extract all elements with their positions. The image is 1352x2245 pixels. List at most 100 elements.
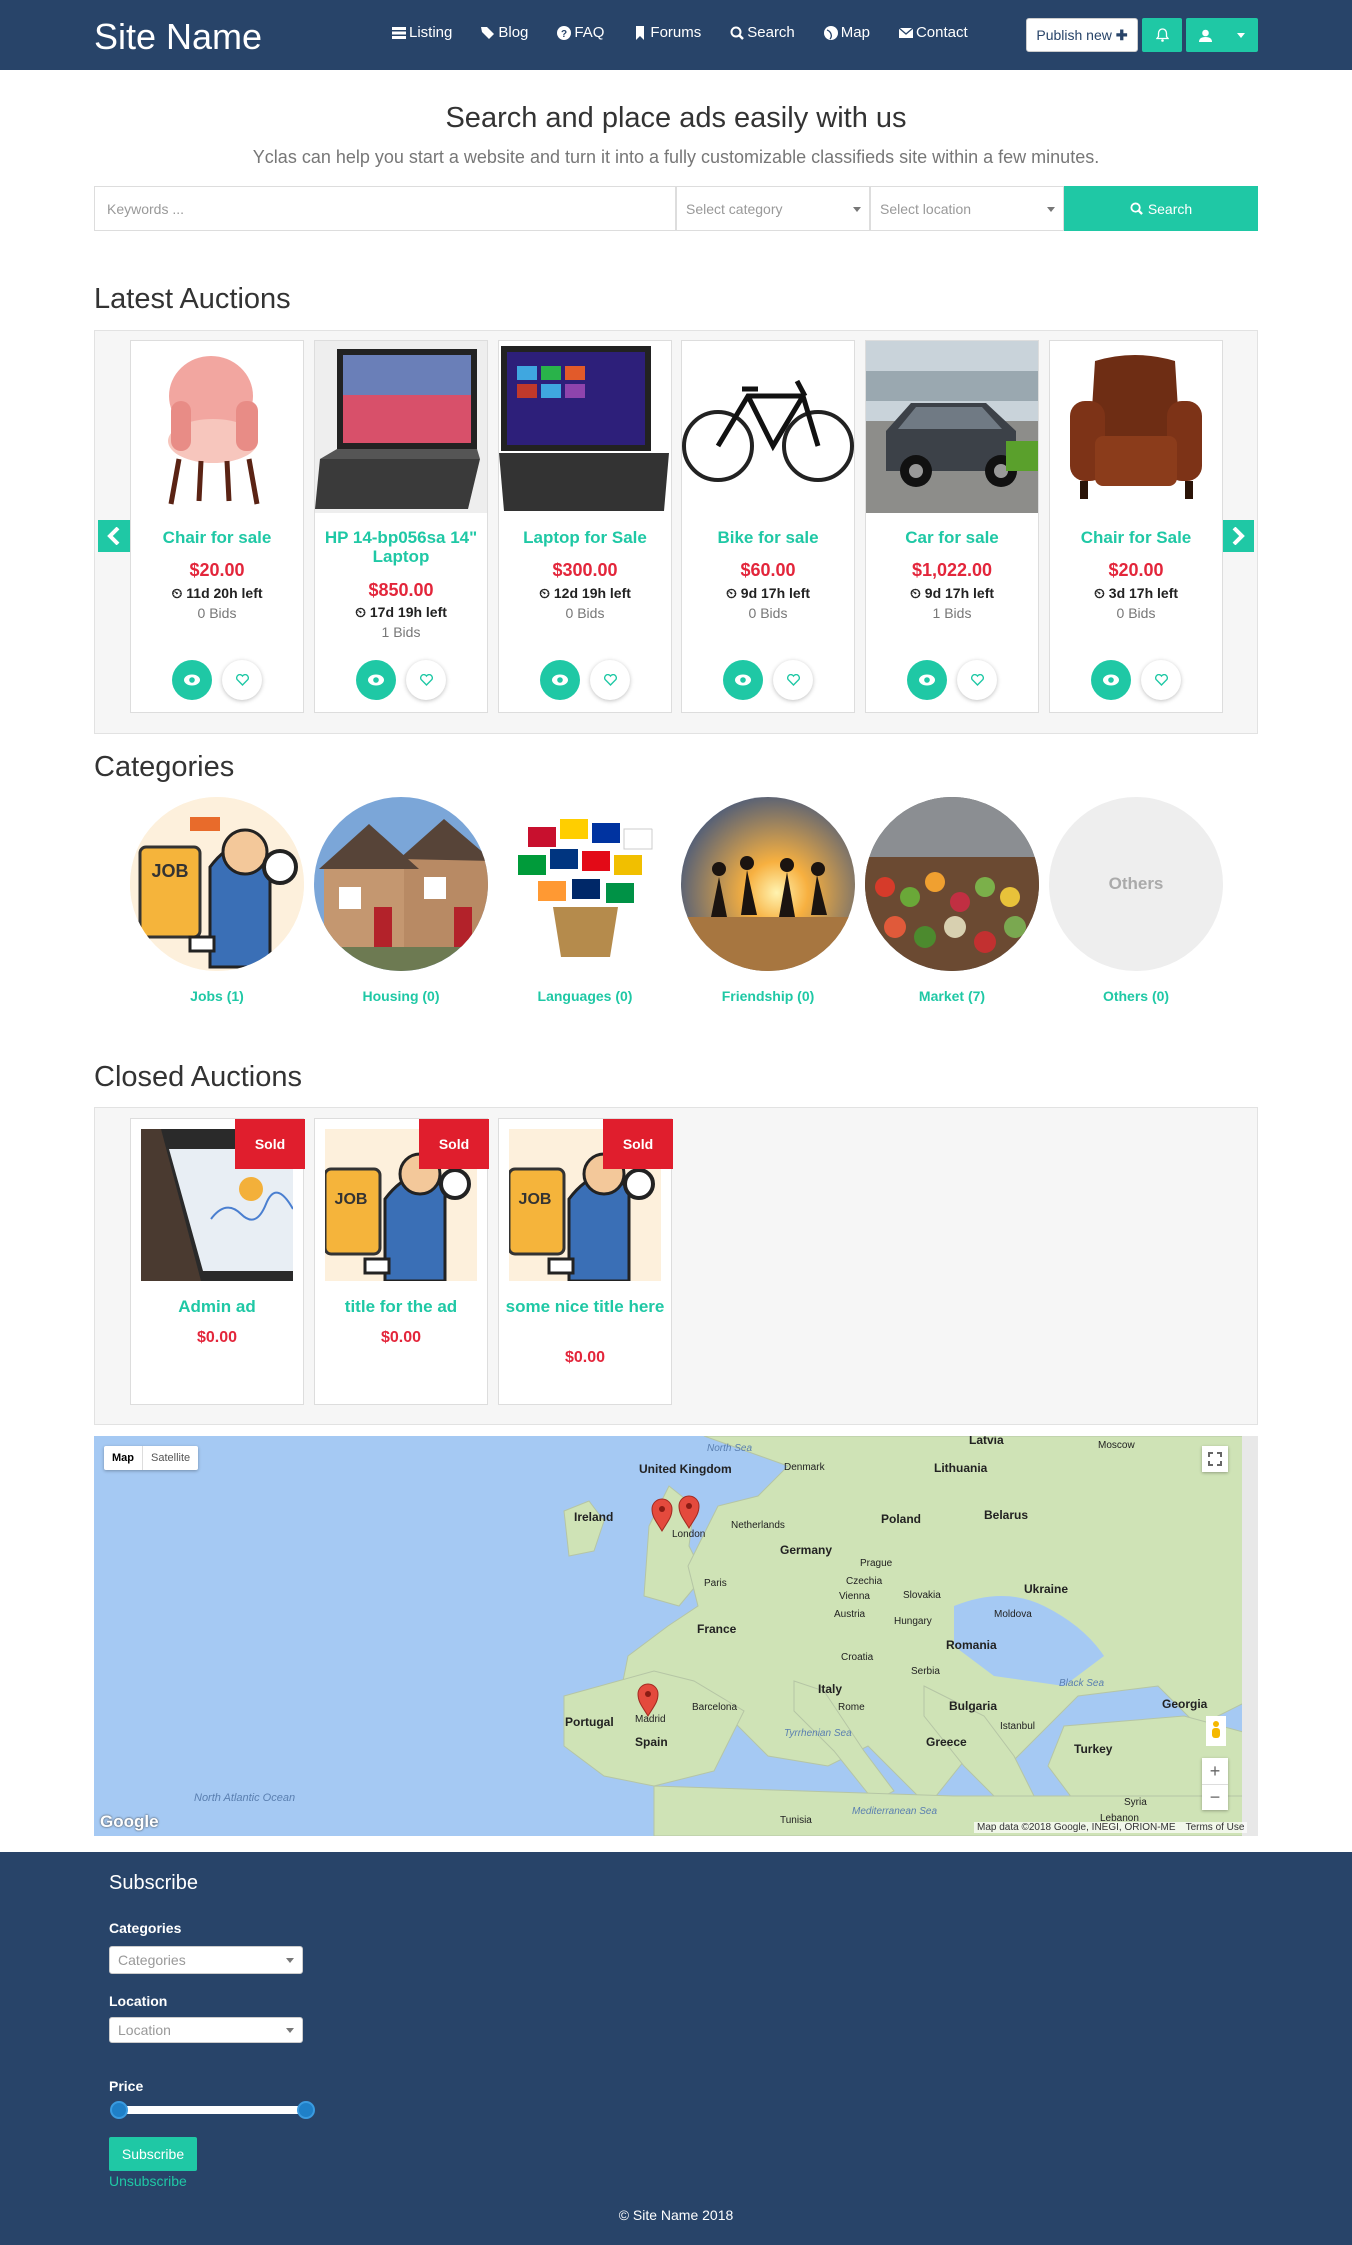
map-label: Georgia (1162, 1697, 1208, 1711)
map-label: Portugal (565, 1715, 614, 1729)
favorite-button[interactable] (590, 660, 630, 700)
view-button[interactable] (1091, 660, 1131, 700)
clock-icon: ⏲ (355, 604, 366, 620)
auction-image[interactable] (499, 341, 671, 513)
price-slider-min-handle[interactable] (110, 2101, 128, 2119)
closed-auction-title[interactable]: title for the ad (319, 1297, 483, 1316)
zoom-in-button[interactable]: + (1202, 1758, 1228, 1784)
keywords-input[interactable]: Keywords ... (94, 186, 676, 231)
category-image-jobs[interactable]: JOB (130, 797, 304, 971)
search-button[interactable]: Search (1064, 186, 1258, 231)
chevron-down-icon (1237, 32, 1246, 38)
auction-card[interactable]: Chair for sale $20.00 ⏲ 11d 20h left 0 B… (130, 340, 304, 713)
favorite-button[interactable] (957, 660, 997, 700)
view-button[interactable] (356, 660, 396, 700)
bookmark-icon (636, 25, 645, 40)
auction-title[interactable]: Bike for sale (686, 528, 850, 547)
price-range-slider[interactable] (116, 2106, 306, 2114)
nav-search[interactable]: Search (730, 24, 795, 41)
category-image-market[interactable] (865, 797, 1039, 971)
notifications-button[interactable] (1142, 18, 1182, 52)
closed-auction-title[interactable]: some nice title here (503, 1297, 667, 1316)
map-label: Rome (838, 1702, 865, 1713)
auction-card[interactable]: Laptop for Sale $300.00 ⏲ 12d 19h left 0… (498, 340, 672, 713)
carousel-next-button[interactable] (1222, 520, 1254, 552)
map-label: Barcelona (692, 1702, 737, 1713)
street-view-pegman[interactable] (1206, 1716, 1226, 1746)
map-label: Greece (926, 1735, 967, 1749)
auction-card[interactable]: HP 14-bp056sa 14" Laptop $850.00 ⏲ 17d 1… (314, 340, 488, 713)
auction-card[interactable]: Bike for sale $60.00 ⏲ 9d 17h left 0 Bid… (681, 340, 855, 713)
nav-contact[interactable]: Contact (898, 24, 968, 41)
map-label: Bulgaria (949, 1699, 997, 1713)
favorite-button[interactable] (222, 660, 262, 700)
nav-forums[interactable]: Forums (633, 24, 701, 41)
auction-title[interactable]: Chair for sale (135, 528, 299, 547)
auction-image[interactable] (315, 341, 487, 513)
auction-image[interactable] (866, 341, 1038, 513)
map-tab-satellite[interactable]: Satellite (142, 1446, 198, 1470)
location-select[interactable]: Select location (870, 186, 1064, 231)
favorite-button[interactable] (1141, 660, 1181, 700)
unsubscribe-link[interactable]: Unsubscribe (109, 2173, 187, 2189)
svg-text:?: ? (561, 29, 567, 40)
category-label[interactable]: Housing (0) (314, 988, 488, 1004)
category-label[interactable]: Market (7) (865, 988, 1039, 1004)
eye-icon (552, 674, 568, 686)
view-button[interactable] (172, 660, 212, 700)
category-image-housing[interactable] (314, 797, 488, 971)
subscribe-location-label: Location (109, 1993, 168, 2009)
map-scrollbar[interactable] (1242, 1436, 1258, 1836)
zoom-out-button[interactable]: − (1202, 1784, 1228, 1810)
auction-title[interactable]: Chair for Sale (1054, 528, 1218, 547)
site-brand[interactable]: Site Name (94, 16, 262, 58)
fullscreen-button[interactable] (1202, 1446, 1228, 1472)
favorite-button[interactable] (406, 660, 446, 700)
category-label[interactable]: Languages (0) (498, 988, 672, 1004)
nav-map[interactable]: Map (823, 24, 870, 41)
category-label[interactable]: Others (0) (1049, 988, 1223, 1004)
view-button[interactable] (723, 660, 763, 700)
auction-title[interactable]: Laptop for Sale (503, 528, 667, 547)
nav-label: Map (840, 24, 870, 41)
auction-image[interactable] (131, 341, 303, 513)
map-widget[interactable]: North Sea Latvia Moscow United Kingdom D… (94, 1436, 1258, 1836)
closed-auction-card[interactable]: JOB Sold some nice title here $0.00 (498, 1118, 673, 1405)
closed-auction-title[interactable]: Admin ad (135, 1297, 299, 1316)
subscribe-categories-select[interactable]: Categories (109, 1946, 303, 1974)
price-slider-max-handle[interactable] (297, 2101, 315, 2119)
auction-card[interactable]: Car for sale $1,022.00 ⏲ 9d 17h left 1 B… (865, 340, 1039, 713)
terms-link[interactable]: Terms of Use (1186, 1822, 1245, 1833)
category-select[interactable]: Select category (676, 186, 870, 231)
closed-auction-card[interactable]: JOB Sold title for the ad $0.00 (314, 1118, 489, 1405)
nav-blog[interactable]: Blog (481, 24, 528, 41)
map-canvas[interactable]: North Sea Latvia Moscow United Kingdom D… (94, 1436, 1258, 1836)
subscribe-button[interactable]: Subscribe (109, 2137, 197, 2171)
nav-faq[interactable]: ? FAQ (557, 24, 604, 41)
auction-card[interactable]: Chair for Sale $20.00 ⏲ 3d 17h left 0 Bi… (1049, 340, 1223, 713)
category-image-languages[interactable] (498, 797, 672, 971)
closed-auction-card[interactable]: Sold Admin ad $0.00 (130, 1118, 305, 1405)
carousel-prev-button[interactable] (98, 520, 130, 552)
category-label[interactable]: Friendship (0) (681, 988, 855, 1004)
auction-title[interactable]: Car for sale (870, 528, 1034, 547)
category-label[interactable]: Jobs (1) (130, 988, 304, 1004)
view-button[interactable] (907, 660, 947, 700)
view-button[interactable] (540, 660, 580, 700)
publish-new-button[interactable]: Publish new ✚ (1026, 18, 1138, 52)
auction-title[interactable]: HP 14-bp056sa 14" Laptop (319, 528, 483, 566)
nav-listing[interactable]: Listing (392, 24, 452, 41)
map-label: London (672, 1529, 705, 1540)
category-image-others[interactable]: Others (1049, 797, 1223, 971)
time-left-value: 17d 19h left (369, 604, 447, 620)
subscribe-location-select[interactable]: Location (109, 2017, 303, 2043)
category-image-friendship[interactable] (681, 797, 855, 971)
auction-image[interactable] (1050, 341, 1222, 513)
map-label: Hungary (894, 1616, 932, 1627)
auction-image[interactable] (682, 341, 854, 513)
user-menu-button[interactable] (1186, 18, 1258, 52)
nav-label: FAQ (574, 24, 605, 41)
map-label: Spain (635, 1735, 668, 1749)
favorite-button[interactable] (773, 660, 813, 700)
map-tab-map[interactable]: Map (104, 1446, 142, 1470)
